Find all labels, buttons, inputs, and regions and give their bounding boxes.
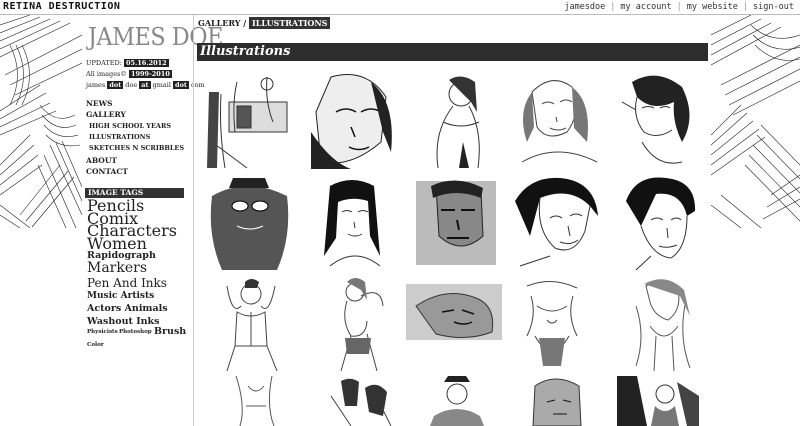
username-link[interactable]: jamesdoe — [564, 2, 605, 12]
updated-line: UPDATED: 05.16.2012 — [86, 59, 169, 67]
gallery-thumbnail[interactable] — [616, 276, 700, 371]
gallery-thumbnail[interactable] — [517, 276, 587, 371]
my-website-link[interactable]: my website — [687, 2, 738, 12]
gallery-thumbnail[interactable] — [321, 376, 397, 426]
section-title-bar: Illustrations — [197, 43, 708, 61]
gallery-thumbnail[interactable] — [207, 72, 292, 169]
gallery-thumbnail[interactable] — [411, 176, 501, 270]
gallery-thumbnail[interactable] — [311, 276, 395, 371]
decorative-hatching-left — [0, 15, 82, 228]
content-divider — [193, 15, 194, 426]
nav-illustrations[interactable]: ILLUSTRATIONS — [89, 133, 150, 141]
updated-date: 05.16.2012 — [123, 59, 169, 67]
nav-about[interactable]: ABOUT — [86, 156, 117, 165]
top-bar: RETINA DESTRUCTION jamesdoe | my account | m… — [0, 0, 800, 15]
sign-out-link[interactable]: sign-out — [753, 2, 794, 12]
breadcrumb: GALLERY / ILLUSTRATIONS — [198, 17, 331, 29]
gallery-thumbnail[interactable] — [413, 72, 503, 169]
gallery-thumbnail[interactable] — [406, 276, 502, 371]
decorative-hatching-right — [711, 15, 800, 228]
breadcrumb-gallery[interactable]: GALLERY — [198, 18, 241, 28]
nav-news[interactable]: NEWS — [86, 99, 112, 108]
nav-gallery[interactable]: GALLERY — [86, 110, 126, 119]
tag-link[interactable]: Actors Animals — [87, 303, 168, 314]
gallery-thumbnail[interactable] — [621, 176, 698, 270]
site-brand[interactable]: RETINA DESTRUCTION — [3, 1, 120, 12]
gallery-thumbnail[interactable] — [207, 276, 292, 371]
my-account-link[interactable]: my account — [620, 2, 671, 12]
nav-sketches[interactable]: SKETCHES N SCRIBBLES — [89, 144, 184, 152]
tag-link[interactable]: Washout Inks — [87, 316, 159, 327]
page-title: Illustrations — [200, 44, 291, 59]
gallery-thumbnail[interactable] — [414, 376, 500, 426]
account-links: jamesdoe | my account | my website | sign-out — [564, 2, 794, 12]
nav-contact[interactable]: CONTACT — [86, 167, 128, 176]
gallery-thumbnail[interactable] — [515, 376, 601, 426]
tag-link[interactable]: Music Artists — [87, 291, 154, 301]
tag-link[interactable]: Pen And Inks — [87, 276, 167, 290]
breadcrumb-current: ILLUSTRATIONS — [249, 17, 331, 29]
tag-link[interactable]: Photoshop — [119, 329, 152, 335]
tag-link[interactable]: Color — [87, 342, 104, 348]
tag-link[interactable]: Brush — [154, 326, 186, 337]
gallery-thumbnail[interactable] — [617, 376, 699, 426]
gallery-thumbnail[interactable] — [310, 176, 394, 270]
gallery-thumbnail[interactable] — [612, 72, 702, 169]
tag-link[interactable]: Physicists — [87, 329, 118, 335]
tag-link[interactable]: Markers — [87, 260, 147, 276]
gallery-thumbnail[interactable] — [226, 376, 286, 426]
copyright-line: All images© 1999-2010 — [86, 70, 172, 78]
gallery-thumbnail[interactable] — [311, 72, 396, 169]
copyright-years: 1999-2010 — [128, 70, 172, 78]
email-address: james dot doe at gmail dot com — [86, 81, 205, 89]
gallery-thumbnail[interactable] — [512, 72, 602, 169]
nav-high-school-years[interactable]: HIGH SCHOOL YEARS — [89, 122, 171, 130]
gallery-thumbnail[interactable] — [510, 176, 602, 270]
gallery-thumbnail[interactable] — [207, 176, 292, 270]
